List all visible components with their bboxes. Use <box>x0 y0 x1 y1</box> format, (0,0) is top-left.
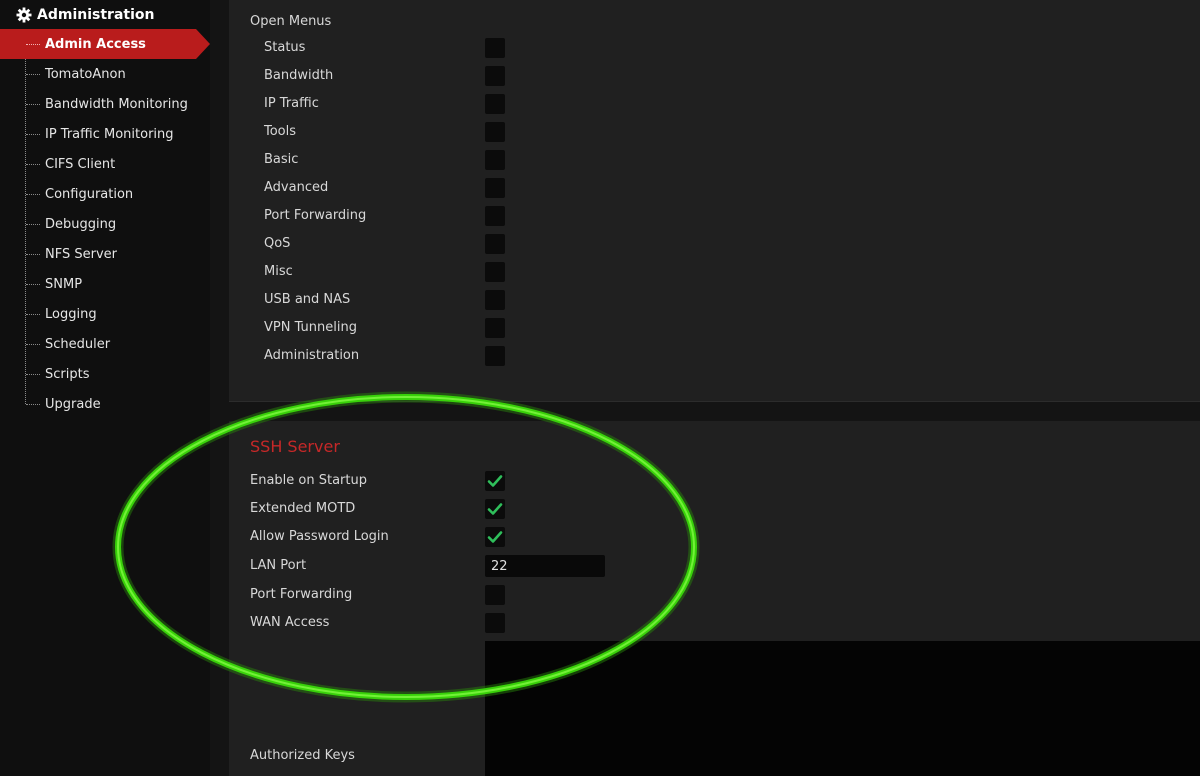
menu-checkbox-vpn-tunneling[interactable] <box>485 318 505 338</box>
menu-checkbox-basic[interactable] <box>485 150 505 170</box>
menu-checkbox-usb-and-nas[interactable] <box>485 290 505 310</box>
lan-port-label: LAN Port <box>250 558 307 573</box>
menu-label-misc: Misc <box>264 264 293 279</box>
menu-label-qos: QoS <box>264 236 291 251</box>
sidebar-item-label: Upgrade <box>45 396 101 412</box>
port-forwarding-label: Port Forwarding <box>250 587 353 602</box>
wan-access-label: WAN Access <box>250 615 330 630</box>
sidebar-section-administration[interactable]: Administration <box>16 4 154 26</box>
authorized-keys-label: Authorized Keys <box>250 748 355 763</box>
sidebar-item-ip-traffic-monitoring[interactable]: IP Traffic Monitoring <box>0 119 210 149</box>
allow-password-login-label: Allow Password Login <box>250 529 389 544</box>
port-forwarding-checkbox[interactable] <box>485 585 505 605</box>
open-menus-panel: Open Menus Status Bandwidth IP Traffic T… <box>229 0 1200 402</box>
sidebar-item-tomatoanon[interactable]: TomatoAnon <box>0 59 210 89</box>
menu-label-tools: Tools <box>264 124 297 139</box>
sidebar: Administration Admin Access TomatoAnon B… <box>0 0 210 776</box>
menu-checkbox-misc[interactable] <box>485 262 505 282</box>
sidebar-item-logging[interactable]: Logging <box>0 299 210 329</box>
menu-label-port-forwarding: Port Forwarding <box>264 208 367 223</box>
sidebar-item-snmp[interactable]: SNMP <box>0 269 210 299</box>
sidebar-item-label: TomatoAnon <box>45 66 126 82</box>
sidebar-item-nfs-server[interactable]: NFS Server <box>0 239 210 269</box>
menu-checkbox-status[interactable] <box>485 38 505 58</box>
sidebar-item-label: NFS Server <box>45 246 117 262</box>
gear-icon <box>16 7 32 23</box>
menu-label-administration: Administration <box>264 348 360 363</box>
sidebar-item-upgrade[interactable]: Upgrade <box>0 389 210 419</box>
menu-label-advanced: Advanced <box>264 180 329 195</box>
sidebar-section-title: Administration <box>37 7 155 23</box>
sidebar-item-label: Scripts <box>45 366 90 382</box>
enable-on-startup-label: Enable on Startup <box>250 473 367 488</box>
ssh-server-heading: SSH Server <box>250 437 340 456</box>
sidebar-item-debugging[interactable]: Debugging <box>0 209 210 239</box>
menu-checkbox-ip-traffic[interactable] <box>485 94 505 114</box>
menu-label-bandwidth: Bandwidth <box>264 68 334 83</box>
sidebar-item-admin-access[interactable]: Admin Access <box>0 29 210 59</box>
menu-checkbox-port-forwarding[interactable] <box>485 206 505 226</box>
checkmark-icon <box>487 503 503 515</box>
sidebar-item-label: Configuration <box>45 186 134 202</box>
menu-label-ip-traffic: IP Traffic <box>264 96 319 111</box>
sidebar-item-label: IP Traffic Monitoring <box>45 126 174 142</box>
menu-label-vpn-tunneling: VPN Tunneling <box>264 320 357 335</box>
extended-motd-label: Extended MOTD <box>250 501 356 516</box>
sidebar-item-bandwidth-monitoring[interactable]: Bandwidth Monitoring <box>0 89 210 119</box>
sidebar-item-label: Scheduler <box>45 336 111 352</box>
authorized-keys-textarea[interactable] <box>485 641 1200 776</box>
menu-checkbox-advanced[interactable] <box>485 178 505 198</box>
ssh-server-panel: SSH Server Enable on Startup Extended MO… <box>229 421 1200 776</box>
sidebar-item-label: Bandwidth Monitoring <box>45 96 188 112</box>
allow-password-login-checkbox[interactable] <box>485 527 505 547</box>
sidebar-item-label: SNMP <box>45 276 83 292</box>
enable-on-startup-checkbox[interactable] <box>485 471 505 491</box>
sidebar-item-label: Debugging <box>45 216 117 232</box>
menu-label-basic: Basic <box>264 152 299 167</box>
lan-port-input[interactable] <box>485 555 605 577</box>
extended-motd-checkbox[interactable] <box>485 499 505 519</box>
sidebar-item-configuration[interactable]: Configuration <box>0 179 210 209</box>
menu-label-usb-and-nas: USB and NAS <box>264 292 351 307</box>
sidebar-tree: Admin Access TomatoAnon Bandwidth Monito… <box>0 29 210 419</box>
menu-label-status: Status <box>264 40 306 55</box>
sidebar-item-label: CIFS Client <box>45 156 116 172</box>
menu-checkbox-tools[interactable] <box>485 122 505 142</box>
sidebar-item-cifs-client[interactable]: CIFS Client <box>0 149 210 179</box>
menu-checkbox-qos[interactable] <box>485 234 505 254</box>
checkmark-icon <box>487 475 503 487</box>
sidebar-item-label: Logging <box>45 306 97 322</box>
sidebar-item-scheduler[interactable]: Scheduler <box>0 329 210 359</box>
wan-access-checkbox[interactable] <box>485 613 505 633</box>
checkmark-icon <box>487 531 503 543</box>
sidebar-item-label: Admin Access <box>45 36 146 52</box>
sidebar-item-scripts[interactable]: Scripts <box>0 359 210 389</box>
menu-checkbox-administration[interactable] <box>485 346 505 366</box>
menu-checkbox-bandwidth[interactable] <box>485 66 505 86</box>
open-menus-heading: Open Menus <box>250 14 332 29</box>
